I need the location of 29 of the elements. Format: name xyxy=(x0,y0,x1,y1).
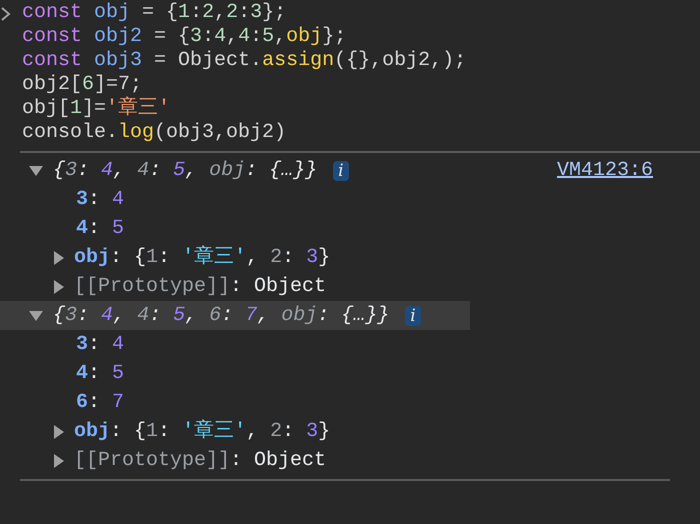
log-row[interactable]: {3: 4, 4: 5, 6: 7, obj: {…}} i xyxy=(0,301,470,330)
caret-right-icon[interactable] xyxy=(54,424,64,438)
property-line: obj: {1: '章三', 2: 3} xyxy=(74,244,330,270)
property-line: 3: 4 xyxy=(76,332,124,358)
code-line: const obj2 = {3:4,4:5,obj}; xyxy=(22,25,346,49)
code-line: obj[1]='章三' xyxy=(22,97,170,121)
code-line: obj2[6]=7; xyxy=(22,73,142,96)
caret-right-icon[interactable] xyxy=(54,250,64,264)
code-line: console.log(obj3,obj2) xyxy=(22,121,286,145)
property-line: 4: 5 xyxy=(76,360,124,386)
property-line: obj: {1: '章三', 2: 3} xyxy=(74,418,330,444)
property-line: 6: 7 xyxy=(76,390,124,416)
property-line: [[Prototype]]: Object xyxy=(74,448,326,474)
object-preview: {3: 4, 4: 5, 6: 7, obj: {…}} xyxy=(53,302,390,328)
caret-right-icon[interactable] xyxy=(54,454,64,468)
caret-right-icon[interactable] xyxy=(54,280,64,294)
info-badge[interactable]: i xyxy=(333,160,349,180)
object-preview: {3: 4, 4: 5, obj: {…}} xyxy=(53,158,318,184)
caret-down-icon[interactable] xyxy=(29,310,43,320)
property-line: 3: 4 xyxy=(76,186,124,212)
source-link[interactable]: VM4123:6 xyxy=(556,156,653,186)
property-line: [[Prototype]]: Object xyxy=(74,274,326,300)
prompt-icon xyxy=(1,7,11,21)
caret-down-icon[interactable] xyxy=(29,166,43,176)
log-row[interactable]: {3: 4, 4: 5, obj: {…}} i xyxy=(0,156,470,185)
code-line: const obj3 = Object.assign({},obj2,); xyxy=(22,49,466,73)
info-badge[interactable]: i xyxy=(405,306,421,326)
property-line: 4: 5 xyxy=(76,216,124,242)
code-line: const obj = {1:2,2:3}; xyxy=(22,1,286,25)
